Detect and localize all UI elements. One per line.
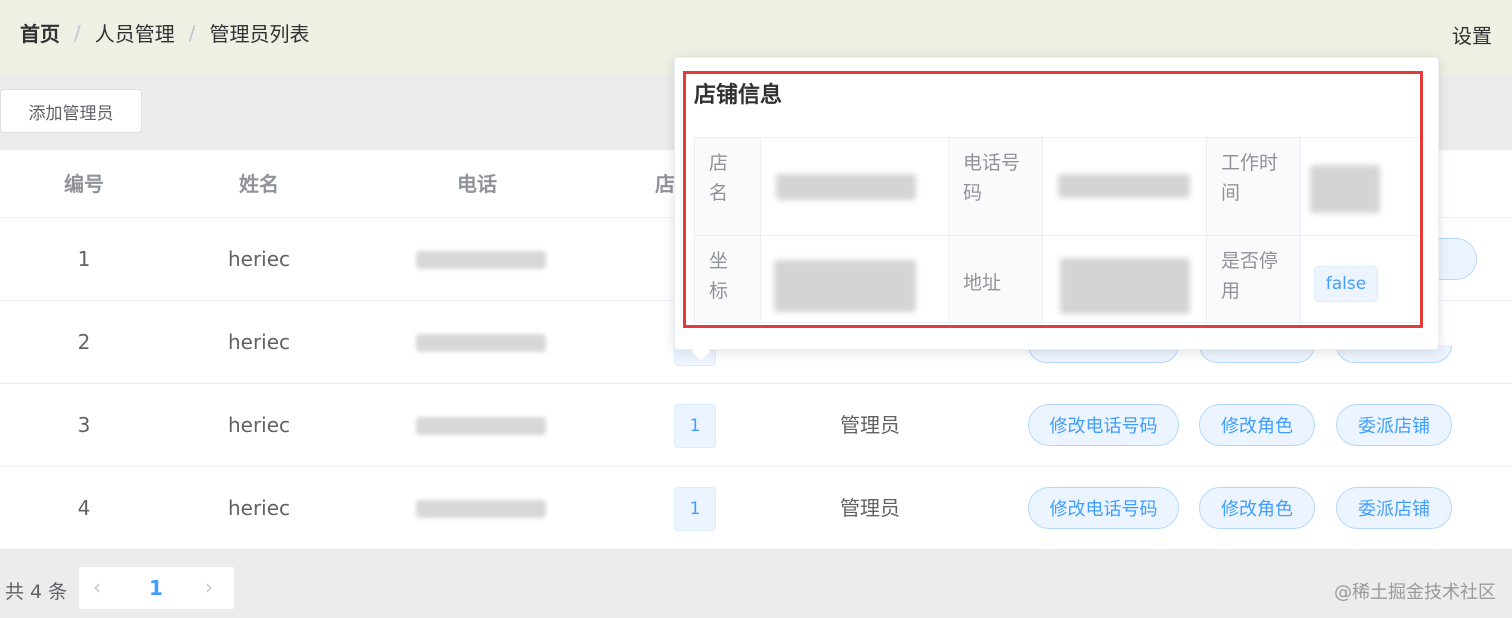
- disabled-status-tag: false: [1314, 266, 1378, 302]
- blurred-phone: [416, 334, 546, 352]
- cell-id: 2: [77, 330, 91, 354]
- table-row: 3 heriec 1 管理员 修改电话号码 修改角色 委派店铺: [0, 384, 1512, 467]
- edit-role-button[interactable]: 修改角色: [1199, 404, 1315, 446]
- blurred-shop-name: [776, 174, 916, 200]
- blurred-phone: [416, 251, 546, 269]
- cell-name: heriec: [227, 496, 291, 520]
- assign-shop-button[interactable]: 委派店铺: [1336, 487, 1452, 529]
- edit-phone-button[interactable]: 修改电话号码: [1028, 487, 1179, 529]
- edit-phone-button[interactable]: 修改电话号码: [1028, 404, 1179, 446]
- label-phone: 电话号码: [949, 138, 1043, 236]
- shop-id-tag[interactable]: 1: [674, 404, 716, 448]
- settings-link[interactable]: 设置: [1452, 20, 1492, 49]
- label-shop-name: 店名: [695, 138, 761, 236]
- popover-title: 店铺信息: [694, 83, 783, 108]
- header-id: 编号: [64, 172, 104, 196]
- chevron-right-icon[interactable]: ›: [205, 575, 213, 599]
- label-shop-name-text: 店名: [709, 152, 729, 204]
- add-admin-button[interactable]: 添加管理员: [0, 89, 142, 133]
- breadcrumb-personnel: 人员管理: [94, 22, 175, 46]
- header-name: 姓名: [239, 172, 279, 196]
- edit-role-button[interactable]: 修改角色: [1199, 487, 1315, 529]
- pagination-total: 共 4 条: [5, 581, 68, 603]
- label-disabled-text: 是否停用: [1221, 250, 1279, 302]
- pagination: ‹ 1 ›: [79, 567, 234, 609]
- cell-id: 3: [77, 413, 91, 437]
- cell-name: heriec: [227, 330, 291, 354]
- label-work-time-text: 工作时间: [1221, 152, 1279, 204]
- blurred-phone-number: [1058, 174, 1190, 198]
- breadcrumb-admin-list: 管理员列表: [209, 22, 310, 46]
- label-work-time: 工作时间: [1207, 138, 1301, 236]
- label-disabled: 是否停用: [1207, 236, 1301, 323]
- cell-name: heriec: [227, 413, 291, 437]
- breadcrumb-separator: /: [74, 20, 81, 45]
- assign-shop-button[interactable]: 委派店铺: [1336, 404, 1452, 446]
- label-address-text: 地址: [963, 272, 1002, 294]
- cell-id: 4: [77, 496, 91, 520]
- blurred-phone: [416, 417, 546, 435]
- label-coordinates: 坐标: [695, 236, 761, 323]
- breadcrumb-home[interactable]: 首页: [20, 18, 60, 47]
- blurred-phone: [416, 500, 546, 518]
- cell-role: 管理员: [840, 413, 900, 437]
- header-phone: 电话: [457, 172, 497, 196]
- chevron-left-icon[interactable]: ‹: [93, 575, 101, 599]
- label-address: 地址: [949, 236, 1043, 323]
- page-number[interactable]: 1: [149, 576, 163, 600]
- cell-id: 1: [77, 247, 91, 271]
- label-phone-text: 电话号码: [963, 152, 1021, 204]
- blurred-coordinates: [774, 260, 916, 312]
- blurred-address: [1060, 258, 1190, 314]
- shop-id-tag[interactable]: 1: [674, 487, 716, 531]
- cell-role: 管理员: [840, 496, 900, 520]
- table-row: 4 heriec 1 管理员 修改电话号码 修改角色 委派店铺: [0, 467, 1512, 550]
- assign-shop-button[interactable]: [1437, 238, 1477, 280]
- blurred-work-time: [1310, 165, 1380, 213]
- label-coordinates-text: 坐标: [709, 250, 729, 302]
- cell-name: heriec: [227, 247, 291, 271]
- watermark: @稀土掘金技术社区: [1334, 582, 1496, 603]
- breadcrumb: 首页 / 人员管理 / 管理员列表: [20, 18, 310, 47]
- breadcrumb-separator: /: [188, 20, 196, 45]
